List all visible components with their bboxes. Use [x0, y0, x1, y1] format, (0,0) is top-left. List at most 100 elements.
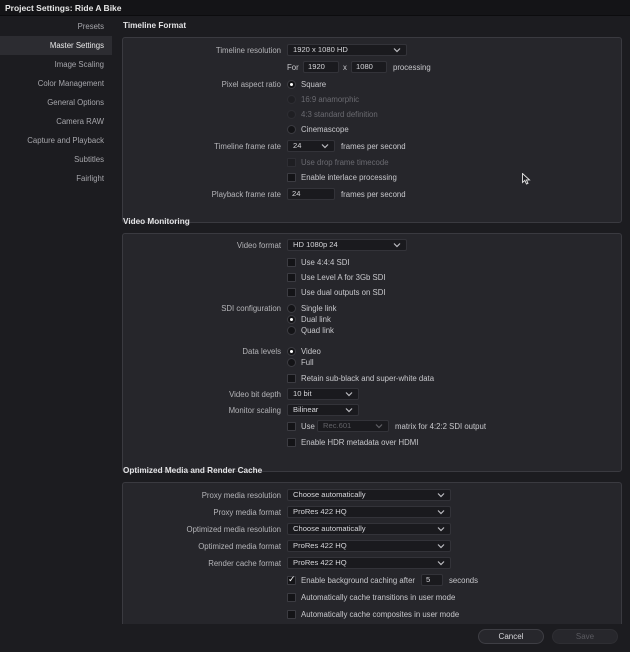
use-matrix-checkbox[interactable] — [287, 422, 296, 431]
interlace-label: Enable interlace processing — [301, 173, 397, 182]
render-cache-format-label: Render cache format — [208, 559, 281, 568]
cache-transitions-checkbox[interactable] — [287, 593, 296, 602]
proxy-resolution-dropdown[interactable]: Choose automatically — [287, 489, 451, 501]
settings-content: Timeline Format Timeline resolution 1920… — [112, 16, 630, 624]
proxy-format-dropdown[interactable]: ProRes 422 HQ — [287, 506, 451, 518]
video-format-label: Video format — [236, 241, 281, 250]
chevron-down-icon — [437, 527, 445, 532]
cache-composites-checkbox[interactable] — [287, 610, 296, 619]
save-button[interactable]: Save — [552, 629, 618, 644]
matrix-value: Rec.601 — [323, 421, 352, 430]
background-caching-checkbox[interactable] — [287, 574, 296, 585]
anamorphic-label: 16:9 anamorphic — [301, 95, 360, 104]
quad-link-radio[interactable] — [287, 326, 296, 335]
playback-frame-rate-field[interactable]: 24 — [287, 188, 335, 200]
cache-composites-label: Automatically cache composites in user m… — [301, 610, 460, 619]
level-a-checkbox[interactable] — [287, 273, 296, 282]
section-title-video-monitoring: Video Monitoring — [123, 217, 190, 226]
sidebar-item-camera-raw[interactable]: Camera RAW — [0, 112, 112, 131]
timeline-frame-rate-dropdown[interactable]: 24 — [287, 140, 335, 152]
optimized-resolution-dropdown[interactable]: Choose automatically — [287, 523, 451, 535]
dual-outputs-checkbox[interactable] — [287, 288, 296, 297]
chevron-down-icon — [375, 424, 383, 429]
drop-frame-checkbox — [287, 158, 296, 167]
video-levels-radio[interactable] — [287, 347, 296, 356]
proxy-resolution-label: Proxy media resolution — [201, 491, 281, 500]
background-caching-seconds-field[interactable]: 5 — [421, 574, 443, 586]
background-caching-unit: seconds — [449, 576, 479, 585]
matrix-suffix-label: matrix for 4:2:2 SDI output — [395, 422, 487, 431]
sidebar-item-subtitles[interactable]: Subtitles — [0, 150, 112, 169]
sidebar-item-image-scaling[interactable]: Image Scaling — [0, 55, 112, 74]
monitor-scaling-dropdown[interactable]: Bilinear — [287, 404, 359, 416]
processing-label: processing — [393, 63, 431, 72]
sidebar-item-general-options[interactable]: General Options — [0, 93, 112, 112]
proxy-format-label: Proxy media format — [213, 508, 281, 517]
video-bit-depth-label: Video bit depth — [229, 390, 281, 399]
use-matrix-label: Use — [301, 422, 315, 431]
single-link-radio[interactable] — [287, 304, 296, 313]
dual-outputs-label: Use dual outputs on SDI — [301, 288, 386, 297]
timeline-width-field[interactable]: 1920 — [303, 61, 339, 73]
timeline-frame-rate-value: 24 — [293, 141, 302, 150]
sidebar: Presets Master Settings Image Scaling Co… — [0, 17, 112, 188]
proxy-resolution-value: Choose automatically — [293, 490, 366, 499]
use-444-checkbox[interactable] — [287, 258, 296, 267]
render-cache-format-value: ProRes 422 HQ — [293, 558, 347, 567]
sidebar-item-master-settings[interactable]: Master Settings — [0, 36, 112, 55]
cancel-button[interactable]: Cancel — [478, 629, 544, 644]
window-title: Project Settings: Ride A Bike — [0, 0, 630, 16]
for-label: For — [287, 63, 299, 72]
section-title-optimized-media: Optimized Media and Render Cache — [123, 466, 263, 475]
retain-label: Retain sub-black and super-white data — [301, 374, 435, 383]
full-levels-radio[interactable] — [287, 358, 296, 367]
quad-link-label: Quad link — [301, 326, 334, 335]
cinemascope-radio[interactable] — [287, 125, 296, 134]
timeline-frame-rate-label: Timeline frame rate — [214, 142, 281, 151]
dual-link-label: Dual link — [301, 315, 331, 324]
sidebar-item-capture-playback[interactable]: Capture and Playback — [0, 131, 112, 150]
drop-frame-label: Use drop frame timecode — [301, 158, 389, 167]
retain-checkbox[interactable] — [287, 374, 296, 383]
hdr-metadata-label: Enable HDR metadata over HDMI — [301, 438, 419, 447]
sidebar-item-presets[interactable]: Presets — [0, 17, 112, 36]
timeline-height-field[interactable]: 1080 — [351, 61, 387, 73]
section-title-timeline-format: Timeline Format — [123, 21, 187, 30]
video-levels-label: Video — [301, 347, 321, 356]
sidebar-item-fairlight[interactable]: Fairlight — [0, 169, 112, 188]
timeline-frame-rate-unit: frames per second — [341, 142, 406, 151]
chevron-down-icon — [437, 510, 445, 515]
video-monitoring-panel: Video format HD 1080p 24 Use 4:4:4 SDI U… — [122, 233, 622, 472]
optimized-resolution-label: Optimized media resolution — [186, 525, 281, 534]
pixel-aspect-label: Pixel aspect ratio — [221, 80, 281, 89]
cinemascope-label: Cinemascope — [301, 125, 349, 134]
video-bit-depth-dropdown[interactable]: 10 bit — [287, 388, 359, 400]
optimized-format-dropdown[interactable]: ProRes 422 HQ — [287, 540, 451, 552]
chevron-down-icon — [345, 392, 353, 397]
full-levels-label: Full — [301, 358, 314, 367]
sdi-configuration-label: SDI configuration — [221, 304, 281, 313]
video-format-dropdown[interactable]: HD 1080p 24 — [287, 239, 407, 251]
use-444-label: Use 4:4:4 SDI — [301, 258, 350, 267]
square-radio[interactable] — [287, 80, 296, 89]
timeline-resolution-value: 1920 x 1080 HD — [293, 45, 348, 54]
timeline-resolution-dropdown[interactable]: 1920 x 1080 HD — [287, 44, 407, 56]
hdr-metadata-checkbox[interactable] — [287, 438, 296, 447]
interlace-checkbox[interactable] — [287, 173, 296, 182]
timeline-resolution-label: Timeline resolution — [215, 46, 281, 55]
level-a-label: Use Level A for 3Gb SDI — [301, 273, 386, 282]
chevron-down-icon — [437, 561, 445, 566]
chevron-down-icon — [437, 544, 445, 549]
data-levels-label: Data levels — [242, 347, 281, 356]
optimized-format-value: ProRes 422 HQ — [293, 541, 347, 550]
sidebar-item-color-management[interactable]: Color Management — [0, 74, 112, 93]
render-cache-format-dropdown[interactable]: ProRes 422 HQ — [287, 557, 451, 569]
matrix-dropdown: Rec.601 — [317, 420, 389, 432]
x-label: x — [343, 63, 347, 72]
chevron-down-icon — [393, 48, 401, 53]
cache-transitions-label: Automatically cache transitions in user … — [301, 593, 456, 602]
monitor-scaling-value: Bilinear — [293, 405, 319, 414]
mouse-cursor-icon — [522, 172, 531, 187]
video-format-value: HD 1080p 24 — [293, 240, 338, 249]
dual-link-radio[interactable] — [287, 315, 296, 324]
